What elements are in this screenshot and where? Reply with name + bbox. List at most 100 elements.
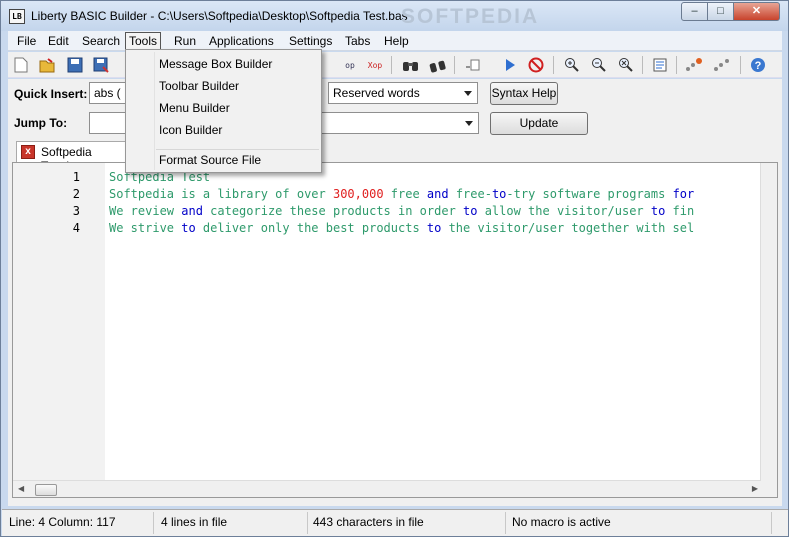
code-token: Softpedia is a library of over <box>109 187 333 201</box>
vertical-scrollbar[interactable] <box>760 163 777 497</box>
code-token: We review <box>109 204 182 218</box>
menu-run[interactable]: Run <box>171 33 199 49</box>
reserved-words-value: Reserved words <box>333 86 420 100</box>
line-number-gutter: 1 2 3 4 <box>13 163 105 481</box>
title-bar[interactable]: LB Liberty BASIC Builder - C:\Users\Soft… <box>1 1 788 31</box>
zoom-in-icon[interactable] <box>563 56 581 74</box>
code-token: allow the visitor/user <box>477 204 651 218</box>
update-button[interactable]: Update <box>490 112 588 135</box>
find-next-icon[interactable]: Xop <box>366 56 384 74</box>
menu-tabs[interactable]: Tabs <box>342 33 373 49</box>
code-token: to <box>463 204 478 218</box>
svg-text:?: ? <box>755 60 762 72</box>
menu-edit[interactable]: Edit <box>45 33 72 49</box>
code-token: the visitor/user together with sel <box>441 221 695 235</box>
syntax-help-button[interactable]: Syntax Help <box>490 82 558 105</box>
kill-run-icon[interactable] <box>527 56 545 74</box>
app-icon: LB <box>9 9 25 24</box>
line-number: 3 <box>72 204 80 218</box>
menu-search[interactable]: Search <box>79 33 123 49</box>
code-token: We strive <box>109 221 182 235</box>
menu-bar: File Edit Search Tools Run Applications … <box>8 31 782 51</box>
window-title: Liberty BASIC Builder - C:\Users\Softped… <box>31 9 408 23</box>
code-line: Softpedia is a library of over 300,000 f… <box>109 187 694 201</box>
status-bar: Line: 4 Column: 117 4 lines in file 443 … <box>2 509 788 536</box>
status-chars: 443 characters in file <box>308 512 506 534</box>
zoom-out-icon[interactable] <box>590 56 608 74</box>
code-token: to <box>491 187 507 201</box>
tab-softpedia-test[interactable]: x Softpedia Test.bas <box>16 141 134 173</box>
line-number: 4 <box>72 221 80 235</box>
code-token: free- <box>448 187 492 201</box>
help-icon[interactable]: ? <box>749 56 767 74</box>
watermark: SOFTPEDIA <box>401 5 540 28</box>
menu-applications[interactable]: Applications <box>206 33 277 49</box>
menu-item-menu-builder[interactable]: Menu Builder <box>159 99 319 117</box>
scroll-right-icon[interactable]: ▶ <box>752 484 758 493</box>
quick-insert-value: abs ( <box>94 86 121 100</box>
jump-to-label: Jump To: <box>14 116 68 130</box>
record-macro-icon[interactable] <box>685 56 703 74</box>
code-area[interactable]: Softpedia Test Softpedia is a library of… <box>109 163 761 481</box>
close-tab-icon[interactable]: x <box>21 145 35 159</box>
menu-settings[interactable]: Settings <box>286 33 335 49</box>
properties-icon[interactable] <box>651 56 669 74</box>
menu-item-format-source-file[interactable]: Format Source File <box>159 151 319 169</box>
save-as-icon[interactable] <box>92 56 110 74</box>
save-icon[interactable] <box>66 56 84 74</box>
menu-help[interactable]: Help <box>381 33 412 49</box>
new-file-icon[interactable] <box>12 56 30 74</box>
open-file-icon[interactable] <box>38 56 56 74</box>
code-token: to <box>426 221 442 235</box>
app-window: LB Liberty BASIC Builder - C:\Users\Soft… <box>0 0 789 537</box>
binoculars-next-icon[interactable] <box>429 56 447 74</box>
chevron-down-icon <box>464 91 472 96</box>
code-token: -try software programs <box>506 187 673 201</box>
chevron-down-icon <box>465 121 473 126</box>
play-macro-icon[interactable] <box>713 56 731 74</box>
quick-insert-combo[interactable]: abs ( <box>89 82 129 104</box>
line-number: 1 <box>72 170 80 184</box>
status-lines: 4 lines in file <box>156 512 308 534</box>
toolbar-separator <box>676 56 677 74</box>
code-line: We strive to deliver only the best produ… <box>109 221 694 235</box>
run-icon[interactable] <box>501 56 519 74</box>
code-token: deliver only the best products <box>195 221 427 235</box>
tools-menu: Message Box Builder Toolbar Builder Menu… <box>125 49 322 173</box>
status-position: Line: 4 Column: 117 <box>4 512 154 534</box>
maximize-button[interactable]: □ <box>707 2 734 21</box>
menu-separator <box>156 149 319 150</box>
code-token: to <box>181 221 196 235</box>
code-token: free <box>383 187 427 201</box>
line-number: 2 <box>72 187 80 201</box>
menu-item-message-box-builder[interactable]: Message Box Builder <box>159 55 319 73</box>
menu-tools[interactable]: Tools <box>125 32 162 50</box>
toolbar-separator <box>740 56 741 74</box>
binoculars-icon[interactable] <box>402 56 420 74</box>
minimize-button[interactable]: – <box>681 2 708 21</box>
goto-line-icon[interactable] <box>464 56 482 74</box>
toolbar-separator <box>553 56 554 74</box>
horizontal-scrollbar[interactable]: ◀ ▶ <box>13 480 761 497</box>
code-token: and <box>181 204 203 218</box>
quick-insert-label: Quick Insert: <box>14 87 88 101</box>
scrollbar-thumb[interactable] <box>35 484 57 496</box>
code-token: to <box>650 204 666 218</box>
menu-item-icon-builder[interactable]: Icon Builder <box>159 121 319 139</box>
zoom-reset-icon[interactable] <box>617 56 635 74</box>
scroll-left-icon[interactable]: ◀ <box>18 484 24 493</box>
reserved-words-combo[interactable]: Reserved words <box>328 82 478 104</box>
code-token: 300,000 <box>332 187 384 201</box>
close-button[interactable]: ✕ <box>733 2 780 21</box>
code-line: We review and categorize these products … <box>109 204 694 218</box>
status-macro: No macro is active <box>507 512 772 534</box>
code-token: categorize these products in order <box>202 204 464 218</box>
code-token: and <box>426 187 449 201</box>
code-editor[interactable]: 1 2 3 4 Softpedia Test Softpedia is a li… <box>12 162 778 498</box>
find-icon[interactable]: op <box>341 56 359 74</box>
code-token: for <box>672 187 695 201</box>
menu-file[interactable]: File <box>14 33 39 49</box>
toolbar-separator <box>642 56 643 74</box>
menu-gutter <box>154 52 155 170</box>
menu-item-toolbar-builder[interactable]: Toolbar Builder <box>159 77 319 95</box>
